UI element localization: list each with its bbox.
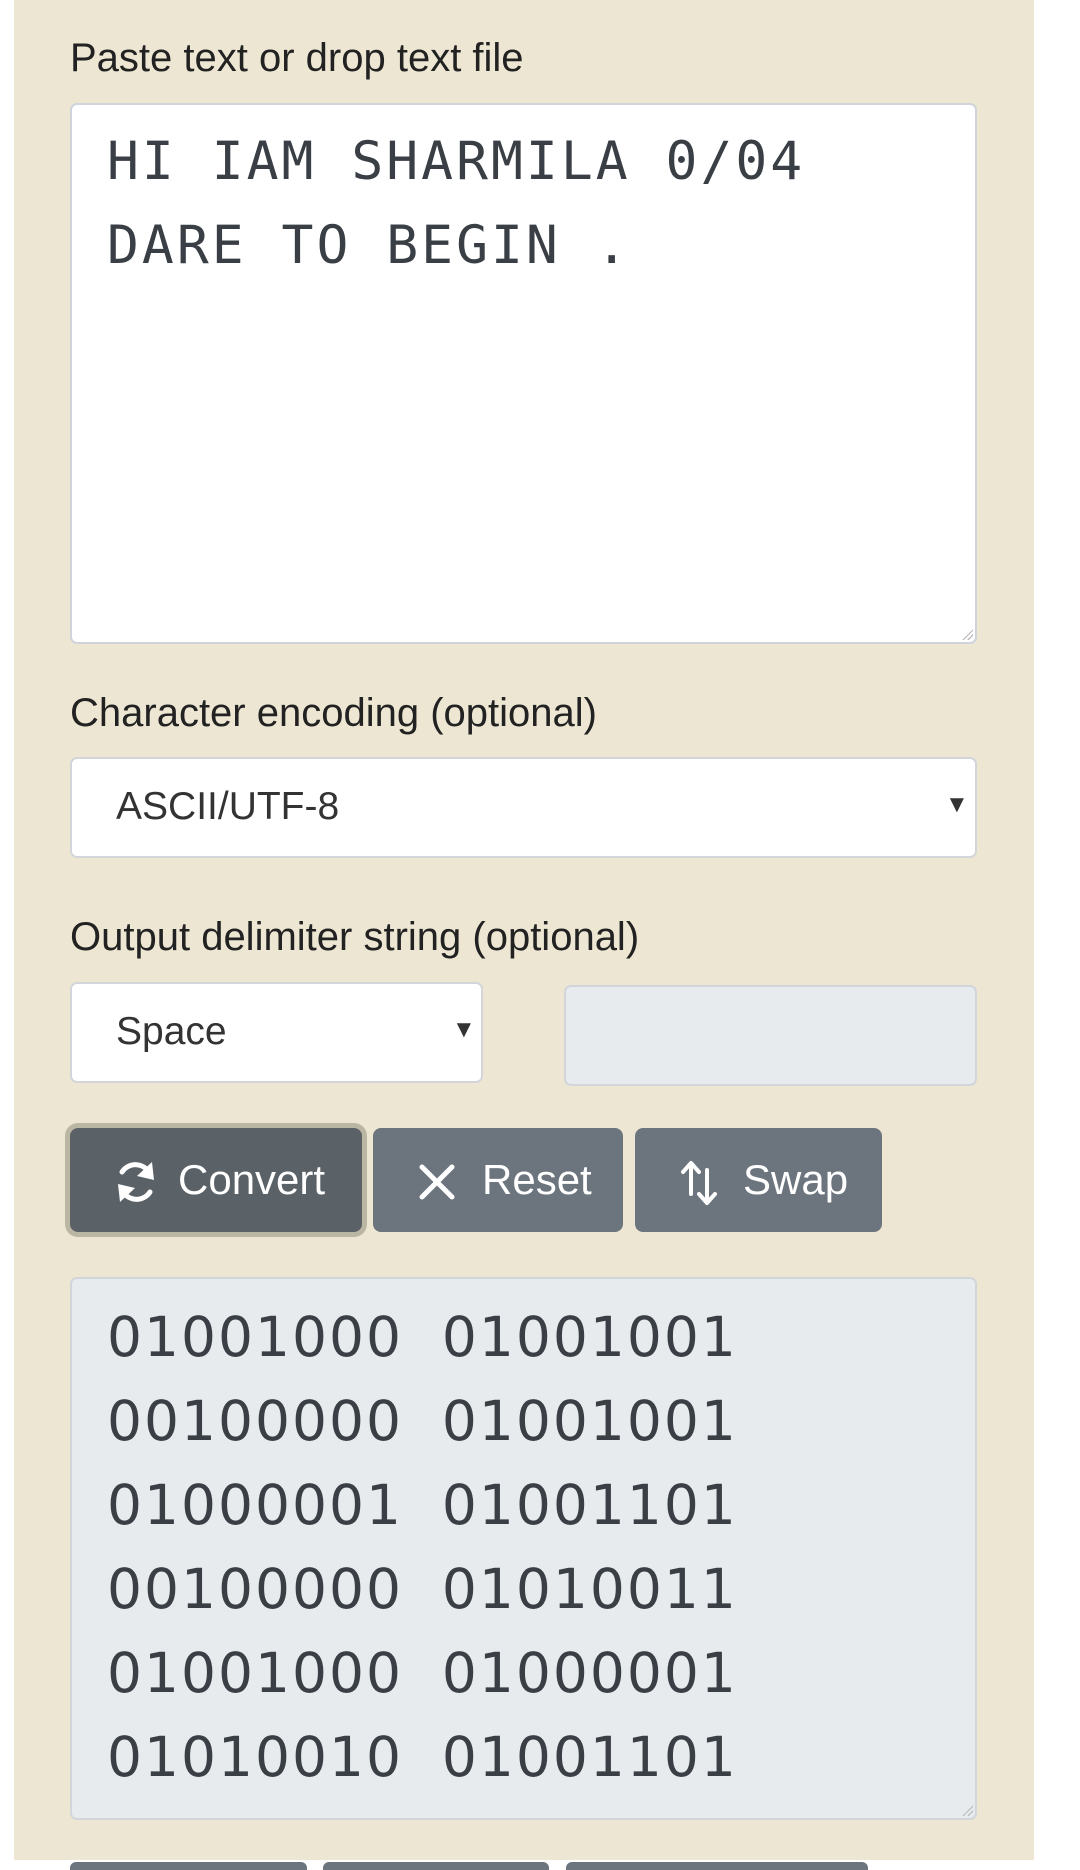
page-margin <box>1034 0 1080 1870</box>
swap-button-label: Swap <box>743 1156 849 1203</box>
offscreen-button[interactable] <box>566 1862 868 1870</box>
output-line: 01001000 01001001 <box>107 1305 738 1369</box>
output-line: 01001000 01000001 <box>107 1641 738 1705</box>
offscreen-button[interactable] <box>323 1862 549 1870</box>
encoding-selected-value: ASCII/UTF-8 <box>116 785 340 828</box>
caret-down-icon: ▼ <box>945 791 969 818</box>
input-text-line: DARE TO BEGIN . <box>107 215 631 276</box>
swap-vertical-icon <box>681 1161 717 1205</box>
convert-button[interactable]: Convert <box>70 1128 362 1232</box>
close-icon <box>419 1164 455 1200</box>
output-line: 01010010 01001101 <box>107 1725 738 1789</box>
caret-down-icon: ▼ <box>452 1016 476 1043</box>
reset-button[interactable]: Reset <box>373 1128 623 1232</box>
delimiter-custom-input[interactable] <box>564 985 977 1086</box>
input-text-line: HI IAM SHARMILA 0/04 <box>107 131 806 192</box>
convert-button-label: Convert <box>178 1156 326 1203</box>
output-textarea[interactable]: 01001000 01001001 00100000 01001001 0100… <box>70 1277 977 1820</box>
refresh-icon <box>118 1162 154 1202</box>
input-text-label: Paste text or drop text file <box>70 36 524 80</box>
resize-handle-icon[interactable] <box>961 628 973 640</box>
delimiter-label: Output delimiter string (optional) <box>70 915 640 959</box>
delimiter-select[interactable]: Space ▼ <box>70 982 483 1083</box>
swap-button[interactable]: Swap <box>635 1128 882 1232</box>
input-textarea[interactable]: HI IAM SHARMILA 0/04 DARE TO BEGIN . <box>70 103 977 644</box>
encoding-label: Character encoding (optional) <box>70 691 597 735</box>
encoding-select[interactable]: ASCII/UTF-8 ▼ <box>70 757 977 858</box>
offscreen-button[interactable] <box>70 1862 307 1870</box>
output-line: 00100000 01001001 <box>107 1389 738 1453</box>
reset-button-label: Reset <box>482 1156 592 1203</box>
output-line: 00100000 01010011 <box>107 1557 738 1621</box>
output-line: 01000001 01001101 <box>107 1473 738 1537</box>
delimiter-selected-value: Space <box>116 1010 227 1053</box>
resize-handle-icon[interactable] <box>961 1804 973 1816</box>
